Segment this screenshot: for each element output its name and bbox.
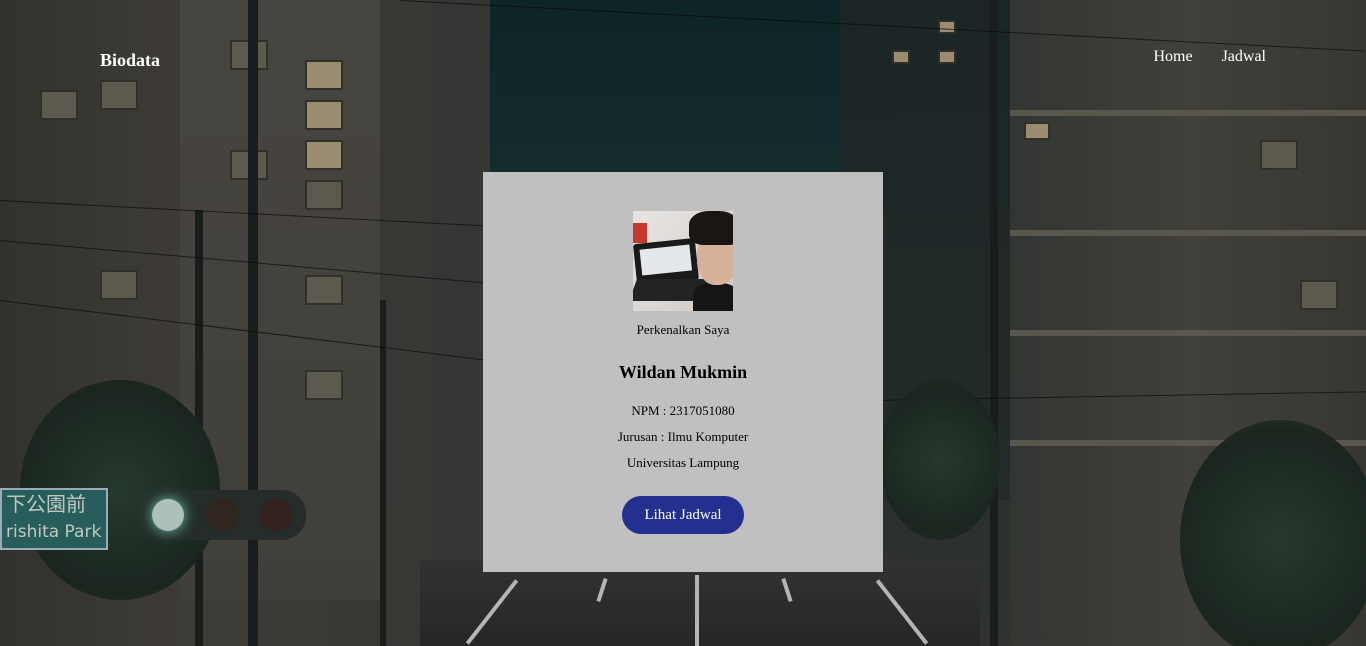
profile-photo bbox=[633, 211, 733, 311]
photo-background-detail bbox=[633, 223, 647, 243]
photo-shirt bbox=[693, 283, 733, 311]
intro-text: Perkenalkan Saya bbox=[636, 322, 730, 337]
brand-logo[interactable]: Biodata bbox=[100, 50, 160, 71]
lihat-jadwal-button[interactable]: Lihat Jadwal bbox=[622, 496, 744, 534]
jurusan-text: Jurusan : Ilmu Komputer bbox=[617, 429, 749, 444]
university-text: Universitas Lampung bbox=[626, 455, 740, 470]
photo-hair bbox=[689, 211, 733, 245]
profile-card: Perkenalkan Saya Wildan Mukmin NPM : 231… bbox=[483, 172, 883, 572]
navbar-links: Home Jadwal bbox=[1153, 48, 1266, 66]
nav-link-home[interactable]: Home bbox=[1153, 48, 1192, 66]
npm-text: NPM : 2317051080 bbox=[631, 403, 735, 418]
nav-link-jadwal[interactable]: Jadwal bbox=[1222, 48, 1266, 66]
profile-name: Wildan Mukmin bbox=[618, 362, 748, 382]
